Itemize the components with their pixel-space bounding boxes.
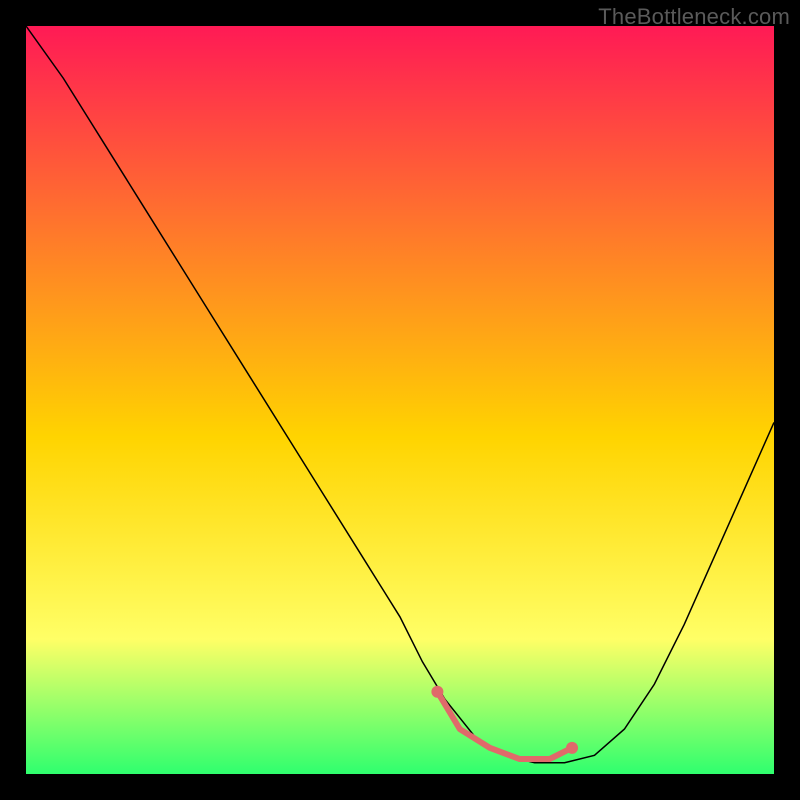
watermark-text: TheBottleneck.com (598, 4, 790, 30)
highlight-dot-right (566, 742, 578, 754)
plot-area (26, 26, 774, 774)
chart-svg (26, 26, 774, 774)
gradient-background (26, 26, 774, 774)
highlight-dot-left (431, 686, 443, 698)
chart-frame: TheBottleneck.com (0, 0, 800, 800)
